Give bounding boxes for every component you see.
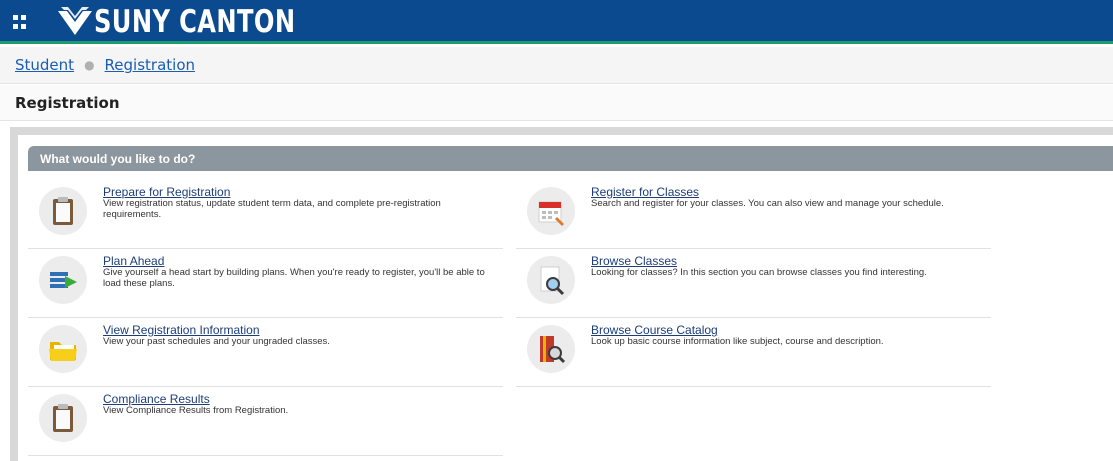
browse-classes-link[interactable]: Browse Classes <box>591 254 677 268</box>
breadcrumb-student-link[interactable]: Student <box>15 56 74 74</box>
breadcrumb-registration-link[interactable]: Registration <box>105 56 195 74</box>
browse-course-catalog-link[interactable]: Browse Course Catalog <box>591 323 718 337</box>
suny-canton-logo[interactable]: SUNY CANTON <box>58 0 352 44</box>
compliance-results-link[interactable]: Compliance Results <box>103 392 210 406</box>
section-heading: What would you like to do? <box>28 146 1113 171</box>
register-for-classes-link[interactable]: Register for Classes <box>591 185 699 199</box>
plan-list-icon <box>39 256 87 304</box>
view-registration-information-link[interactable]: View Registration Information <box>103 323 260 337</box>
item-description: Looking for classes? In this section you… <box>591 267 927 278</box>
page-title-bar: Registration <box>0 85 1113 121</box>
folder-icon <box>39 325 87 373</box>
item-description: Give yourself a head start by building p… <box>103 267 485 289</box>
browse-course-catalog-item[interactable]: Browse Course Catalog Look up basic cour… <box>516 319 991 387</box>
item-description: View registration status, update student… <box>103 198 441 220</box>
prepare-for-registration-item[interactable]: Prepare for Registration View registrati… <box>28 181 503 249</box>
register-for-classes-item[interactable]: Register for Classes Search and register… <box>516 181 991 249</box>
document-search-icon <box>527 256 575 304</box>
app-menu-icon[interactable] <box>13 15 27 29</box>
top-header: SUNY CANTON <box>0 0 1113 44</box>
book-search-icon <box>527 325 575 373</box>
compliance-results-item[interactable]: Compliance Results View Compliance Resul… <box>28 388 503 456</box>
item-description: View Compliance Results from Registratio… <box>103 405 289 416</box>
clipboard-icon <box>39 187 87 235</box>
logo-chevron-icon <box>58 7 92 35</box>
content-panel: What would you like to do? Prepare for R… <box>18 135 1113 461</box>
logo-text: SUNY CANTON <box>94 4 296 40</box>
view-registration-information-item[interactable]: View Registration Information View your … <box>28 319 503 387</box>
plan-ahead-item[interactable]: Plan Ahead Give yourself a head start by… <box>28 250 503 318</box>
plan-ahead-link[interactable]: Plan Ahead <box>103 254 164 268</box>
breadcrumb-separator: ● <box>84 58 95 72</box>
item-description: Search and register for your classes. Yo… <box>591 198 944 209</box>
content-frame: What would you like to do? Prepare for R… <box>10 127 1113 461</box>
prepare-for-registration-link[interactable]: Prepare for Registration <box>103 185 230 199</box>
page-title: Registration <box>15 93 120 112</box>
calendar-pencil-icon <box>527 187 575 235</box>
item-description: Look up basic course information like su… <box>591 336 884 347</box>
breadcrumb: Student ● Registration <box>0 47 1113 84</box>
browse-classes-item[interactable]: Browse Classes Looking for classes? In t… <box>516 250 991 318</box>
item-description: View your past schedules and your ungrad… <box>103 336 330 347</box>
clipboard-icon <box>39 394 87 442</box>
